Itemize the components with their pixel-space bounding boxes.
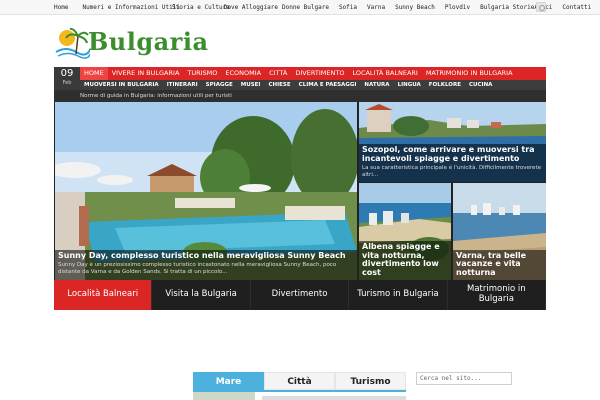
topnav-item-plovdiv[interactable]: Plovdiv [445,4,470,11]
top-nav: Home Numeri e Informazioni Utili Storia … [54,0,591,14]
subnav-item-natura[interactable]: NATURA [360,80,393,90]
mainnav-item-economia[interactable]: ECONOMIA [221,67,265,80]
slide-bottom-left-title[interactable]: Albena spiagge e vita notturna, divertim… [362,243,448,277]
topnav-item-donne-bulgare[interactable]: Donne Bulgare [282,4,329,11]
subnav-item-folklore[interactable]: FOLKLORE [425,80,465,90]
site-logo[interactable]: Bulgaria [54,26,208,62]
mainnav-item-citta[interactable]: CITTÀ [265,67,291,80]
content-tabs: Mare Città Turismo [193,372,406,390]
mainnav-item-home[interactable]: HOME [80,67,108,80]
category-tab-localita-balneari[interactable]: Località Balneari [54,280,153,310]
topnav-item-bulgaria-storie[interactable]: Bulgaria Storie [480,4,534,11]
slide-main-title[interactable]: Sunny Day, complesso turistico nella mer… [58,251,354,260]
mainnav-item-turismo[interactable]: TURISMO [183,67,221,80]
sub-nav: MUOVERSI IN BULGARIA ITINERARI SPIAGGE M… [80,80,546,90]
subnav-item-itinerari[interactable]: ITINERARI [163,80,202,90]
date-badge: 09 Feb [54,67,80,90]
post-thumbnail[interactable] [193,392,255,400]
post-title-strip [262,396,406,400]
subnav-item-lingua[interactable]: LINGUA [394,80,425,90]
topnav-item-sofia[interactable]: Sofia [339,4,357,11]
topnav-item-sunny-beach[interactable]: Sunny Beach [395,4,435,11]
slide-top-right-title[interactable]: Sozopol, come arrivare e muoversi tra in… [362,146,543,163]
category-tab-turismo[interactable]: Turismo in Bulgaria [349,280,448,310]
subnav-item-chiese[interactable]: CHIESE [264,80,294,90]
category-tab-matrimonio[interactable]: Matrimonio in Bulgaria [448,280,547,310]
slide-bottom-left[interactable]: Albena spiagge e vita notturna, divertim… [359,183,451,280]
slide-bottom-right-title[interactable]: Varna, tra belle vacanze e vita notturna [456,251,543,277]
logo-text: Bulgaria [88,27,209,56]
mainnav-item-divertimento[interactable]: DIVERTIMENTO [291,67,348,80]
subnav-item-muoversi[interactable]: MUOVERSI IN BULGARIA [80,80,163,90]
slide-top-right[interactable]: Sozopol, come arrivare e muoversi tra in… [359,102,546,182]
slide-main-caption: Sunny Day, complesso turistico nella mer… [55,249,357,280]
search-input[interactable] [416,372,512,385]
topnav-item-dove-alloggiare[interactable]: Dove Alloggiare [224,4,278,11]
category-tab-visita-bulgaria[interactable]: Visita la Bulgaria [152,280,251,310]
tab-turismo[interactable]: Turismo [335,372,406,390]
slide-top-right-caption: Sozopol, come arrivare e muoversi tra in… [359,144,546,182]
top-search-icon[interactable] [536,2,546,12]
topnav-item-home[interactable]: Home [54,4,68,11]
date-month: Feb [62,80,72,86]
slide-main[interactable]: Sunny Day, complesso turistico nella mer… [55,102,357,280]
slide-top-right-excerpt: La sua caratteristica principale è l'uni… [362,165,541,179]
topnav-item-numeri[interactable]: Numeri e Informazioni Utili [82,4,180,11]
slide-main-excerpt: Sunny Day è un preziosissimo complesso t… [58,262,337,276]
subnav-item-cucina[interactable]: CUCINA [465,80,496,90]
topnav-item-contatti[interactable]: Contatti [562,4,591,11]
subnav-item-spiagge[interactable]: SPIAGGE [202,80,237,90]
main-nav: HOME VIVERE IN BULGARIA TURISMO ECONOMIA… [80,67,517,80]
mainnav-item-matrimonio[interactable]: MATRIMONIO IN BULGARIA [422,67,517,80]
news-ticker: Norme di guida in Bulgaria: informazioni… [54,90,546,102]
tab-mare[interactable]: Mare [193,372,264,390]
date-day: 09 [60,68,74,79]
ticker-headline[interactable]: Norme di guida in Bulgaria: informazioni… [80,90,232,102]
mainnav-item-vivere[interactable]: VIVERE IN BULGARIA [108,67,184,80]
mainnav-item-localita-balneari[interactable]: LOCALITÀ BALNEARI [348,67,421,80]
slide-bottom-right[interactable]: Varna, tra belle vacanze e vita notturna [453,183,546,280]
topnav-item-storia[interactable]: Storia e Cultura [172,4,230,11]
sun-palm-logo-icon [55,27,90,59]
category-tab-divertimento[interactable]: Divertimento [251,280,350,310]
topnav-item-varna[interactable]: Varna [367,4,385,11]
slide-bottom-left-caption: Albena spiagge e vita notturna, divertim… [359,241,451,280]
subnav-item-clima[interactable]: CLIMA E PAESAGGI [295,80,361,90]
slide-bottom-right-caption: Varna, tra belle vacanze e vita notturna [453,249,546,280]
subnav-item-musei[interactable]: MUSEI [237,80,265,90]
category-tabs: Località Balneari Visita la Bulgaria Div… [54,280,547,310]
tab-citta[interactable]: Città [264,372,335,390]
